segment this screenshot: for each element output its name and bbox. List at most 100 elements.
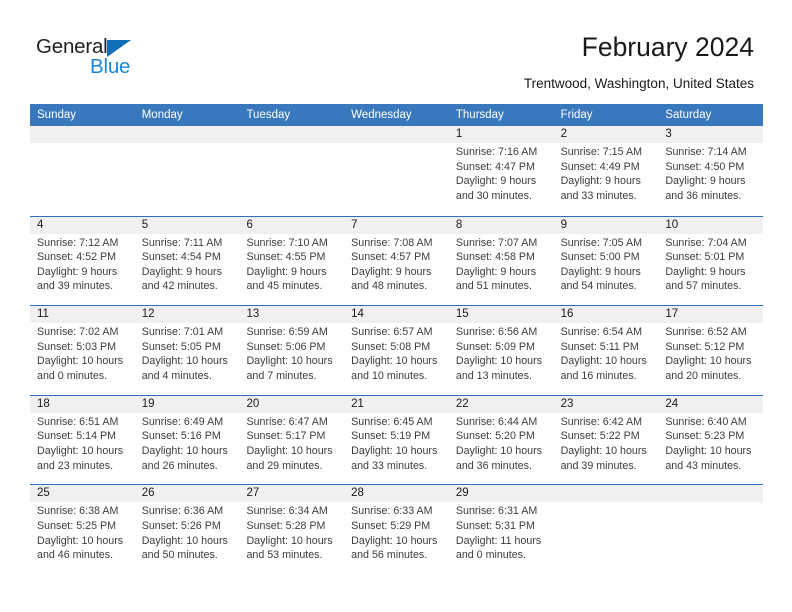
calendar-page: General Blue February 2024 Trentwood, Wa… xyxy=(0,0,792,612)
sunset-text: Sunset: 5:11 PM xyxy=(560,340,639,353)
calendar-day-cell[interactable]: 24 Sunrise: 6:40 AM Sunset: 5:23 PM Dayligh… xyxy=(658,395,764,485)
day-sun-info: Sunrise: 7:05 AM Sunset: 5:00 PM Daylight:… xyxy=(554,234,659,294)
calendar-day-cell[interactable]: 21 Sunrise: 6:45 AM Sunset: 5:19 PM Dayligh… xyxy=(344,395,449,485)
calendar-day-cell[interactable]: 22 Sunrise: 6:44 AM Sunset: 5:20 PM Dayligh… xyxy=(448,395,554,485)
calendar-day-cell[interactable]: 2 Sunrise: 7:15 AM Sunset: 4:49 PM Daylight… xyxy=(553,126,659,216)
weekday-header-sunday: Sunday xyxy=(37,109,77,121)
daylight-text-line2: and 10 minutes. xyxy=(351,369,428,382)
calendar-week-row: 11 Sunrise: 7:02 AM Sunset: 5:03 PM Dayligh… xyxy=(30,305,764,395)
daylight-text-line2: and 42 minutes. xyxy=(141,280,218,293)
calendar-weeks: 1 Sunrise: 7:16 AM Sunset: 4:47 PM Daylight… xyxy=(30,126,764,574)
calendar-day-cell[interactable]: 16 Sunrise: 6:54 AM Sunset: 5:11 PM Dayligh… xyxy=(553,306,659,395)
day-number: 2 xyxy=(553,126,659,143)
calendar-day-cell[interactable]: 18 Sunrise: 6:51 AM Sunset: 5:14 PM Dayligh… xyxy=(30,395,135,485)
day-number xyxy=(239,126,345,143)
weekday-header-friday: Friday xyxy=(560,109,593,121)
daylight-text-line2: and 45 minutes. xyxy=(246,280,323,293)
calendar-day-cell[interactable]: 6 Sunrise: 7:10 AM Sunset: 4:55 PM Daylight… xyxy=(239,216,345,306)
day-sun-info: Sunrise: 7:08 AM Sunset: 4:57 PM Daylight:… xyxy=(344,234,449,294)
daylight-text-line1: Daylight: 10 hours xyxy=(37,534,124,547)
day-number: 27 xyxy=(239,485,345,503)
calendar-day-cell[interactable]: 23 Sunrise: 6:42 AM Sunset: 5:22 PM Dayligh… xyxy=(553,395,659,485)
daylight-text-line2: and 50 minutes. xyxy=(141,549,218,562)
calendar-day-cell[interactable]: 26 Sunrise: 6:36 AM Sunset: 5:26 PM Dayligh… xyxy=(134,485,240,574)
calendar-day-cell[interactable]: 17 Sunrise: 6:52 AM Sunset: 5:12 PM Dayligh… xyxy=(658,306,764,395)
calendar-day-cell[interactable]: 29 Sunrise: 6:31 AM Sunset: 5:31 PM Dayligh… xyxy=(448,485,554,574)
sunset-text: Sunset: 4:57 PM xyxy=(351,251,431,264)
sunrise-text: Sunrise: 7:10 AM xyxy=(246,236,328,249)
daylight-text-line1: Daylight: 10 hours xyxy=(560,444,647,457)
calendar-day-cell[interactable]: 10 Sunrise: 7:04 AM Sunset: 5:01 PM Dayligh… xyxy=(658,216,764,306)
sunset-text: Sunset: 5:01 PM xyxy=(665,251,745,264)
day-sun-info: Sunrise: 6:34 AM Sunset: 5:28 PM Daylight:… xyxy=(239,502,344,562)
daylight-text-line1: Daylight: 10 hours xyxy=(665,355,752,368)
sunrise-text: Sunrise: 7:14 AM xyxy=(665,146,747,158)
sunrise-text: Sunrise: 6:33 AM xyxy=(351,505,433,518)
page-subtitle: Trentwood, Washington, United States xyxy=(523,76,754,91)
weekday-header-tuesday: Tuesday xyxy=(246,109,291,121)
daylight-text-line2: and 48 minutes. xyxy=(351,280,428,293)
sunset-text: Sunset: 5:22 PM xyxy=(560,430,640,443)
day-number: 1 xyxy=(448,126,554,143)
weekday-header-row: Sunday Monday Tuesday Wednesday Thursday… xyxy=(30,104,763,126)
day-sun-info: Sunrise: 6:44 AM Sunset: 5:20 PM Daylight:… xyxy=(449,413,554,473)
sunrise-text: Sunrise: 7:16 AM xyxy=(455,146,538,158)
calendar-day-cell[interactable]: 3 Sunrise: 7:14 AM Sunset: 4:50 PM Daylight… xyxy=(658,126,764,216)
daylight-text-line2: and 33 minutes. xyxy=(560,189,637,202)
sunrise-text: Sunrise: 7:12 AM xyxy=(37,236,119,249)
sunset-text: Sunset: 4:58 PM xyxy=(455,251,535,264)
sunset-text: Sunset: 4:49 PM xyxy=(560,160,640,173)
calendar-day-cell[interactable]: 14 Sunrise: 6:57 AM Sunset: 5:08 PM Dayligh… xyxy=(344,306,449,395)
daylight-text-line2: and 0 minutes. xyxy=(455,549,526,562)
sunset-text: Sunset: 5:06 PM xyxy=(246,340,326,353)
day-sun-info: Sunrise: 7:12 AM Sunset: 4:52 PM Daylight:… xyxy=(30,234,135,294)
daylight-text-line1: Daylight: 9 hours xyxy=(665,265,746,278)
calendar-week-row: 1 Sunrise: 7:16 AM Sunset: 4:47 PM Daylight… xyxy=(30,126,764,216)
day-sun-info: Sunrise: 6:59 AM Sunset: 5:06 PM Daylight:… xyxy=(239,323,344,383)
calendar-day-cell[interactable]: 7 Sunrise: 7:08 AM Sunset: 4:57 PM Daylight… xyxy=(344,216,449,306)
sunset-text: Sunset: 5:26 PM xyxy=(141,519,221,532)
day-sun-info: Sunrise: 6:33 AM Sunset: 5:29 PM Daylight:… xyxy=(344,502,449,562)
sunrise-text: Sunrise: 6:54 AM xyxy=(560,326,642,339)
calendar-day-cell[interactable]: 4 Sunrise: 7:12 AM Sunset: 4:52 PM Daylight… xyxy=(30,216,135,306)
calendar-day-cell[interactable]: 12 Sunrise: 7:01 AM Sunset: 5:05 PM Dayligh… xyxy=(134,306,240,395)
day-number: 13 xyxy=(239,306,345,324)
day-number: 21 xyxy=(344,395,449,413)
day-sun-info: Sunrise: 7:02 AM Sunset: 5:03 PM Daylight:… xyxy=(30,323,135,383)
daylight-text-line1: Daylight: 10 hours xyxy=(351,355,438,368)
day-number xyxy=(134,126,240,143)
daylight-text-line1: Daylight: 9 hours xyxy=(351,265,432,278)
calendar-day-cell[interactable]: 5 Sunrise: 7:11 AM Sunset: 4:54 PM Daylight… xyxy=(134,216,240,306)
daylight-text-line2: and 16 minutes. xyxy=(560,369,637,382)
calendar-day-cell[interactable]: 11 Sunrise: 7:02 AM Sunset: 5:03 PM Dayligh… xyxy=(30,306,135,395)
calendar-day-cell[interactable]: 8 Sunrise: 7:07 AM Sunset: 4:58 PM Daylight… xyxy=(448,216,554,306)
calendar-day-cell[interactable]: 9 Sunrise: 7:05 AM Sunset: 5:00 PM Daylight… xyxy=(553,216,659,306)
day-number: 19 xyxy=(134,395,240,413)
day-sun-info: Sunrise: 7:11 AM Sunset: 4:54 PM Daylight:… xyxy=(135,234,240,294)
weekday-header-thursday: Thursday xyxy=(455,109,504,121)
day-sun-info: Sunrise: 6:54 AM Sunset: 5:11 PM Daylight:… xyxy=(554,323,659,383)
daylight-text-line2: and 56 minutes. xyxy=(351,549,428,562)
sunrise-text: Sunrise: 7:04 AM xyxy=(665,236,747,249)
calendar-day-cell[interactable]: 27 Sunrise: 6:34 AM Sunset: 5:28 PM Dayligh… xyxy=(239,485,345,574)
sunset-text: Sunset: 5:12 PM xyxy=(665,340,745,353)
calendar-grid: Sunday Monday Tuesday Wednesday Thursday… xyxy=(30,104,764,574)
calendar-day-cell[interactable]: 13 Sunrise: 6:59 AM Sunset: 5:06 PM Dayligh… xyxy=(239,306,345,395)
day-number xyxy=(344,126,449,143)
calendar-day-cell[interactable]: 19 Sunrise: 6:49 AM Sunset: 5:16 PM Dayligh… xyxy=(134,395,240,485)
calendar-day-cell[interactable]: 15 Sunrise: 6:56 AM Sunset: 5:09 PM Dayligh… xyxy=(448,306,554,395)
sunrise-text: Sunrise: 7:15 AM xyxy=(560,146,642,158)
day-sun-info: Sunrise: 6:36 AM Sunset: 5:26 PM Daylight:… xyxy=(135,502,240,562)
calendar-day-cell-empty xyxy=(344,126,449,216)
calendar-day-cell[interactable]: 25 Sunrise: 6:38 AM Sunset: 5:25 PM Dayligh… xyxy=(30,485,135,574)
calendar-day-cell[interactable]: 1 Sunrise: 7:16 AM Sunset: 4:47 PM Daylight… xyxy=(448,126,554,216)
daylight-text-line1: Daylight: 10 hours xyxy=(246,534,333,547)
day-number: 25 xyxy=(30,485,135,503)
day-number: 12 xyxy=(134,306,240,324)
calendar-day-cell[interactable]: 28 Sunrise: 6:33 AM Sunset: 5:29 PM Dayligh… xyxy=(344,485,449,574)
daylight-text-line2: and 23 minutes. xyxy=(37,459,114,472)
daylight-text-line2: and 36 minutes. xyxy=(665,189,742,202)
day-number xyxy=(30,126,135,143)
calendar-day-cell[interactable]: 20 Sunrise: 6:47 AM Sunset: 5:17 PM Dayligh… xyxy=(239,395,345,485)
general-blue-logo[interactable]: General Blue xyxy=(36,36,166,84)
